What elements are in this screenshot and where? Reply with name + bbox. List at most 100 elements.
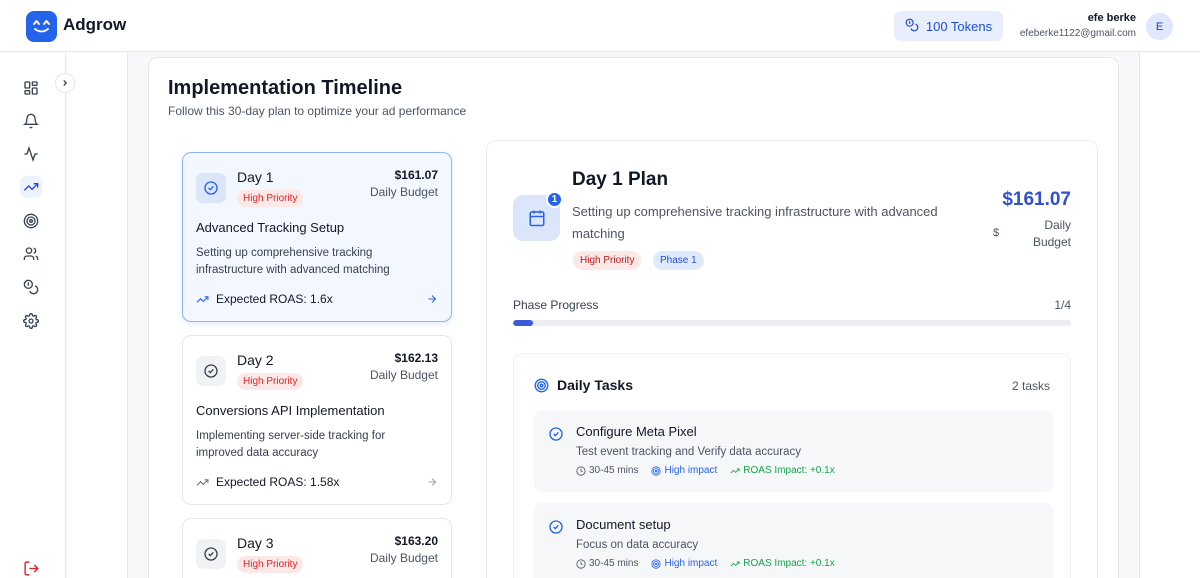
tasks-count: 2 tasks <box>1011 379 1050 393</box>
phase-progress-bar <box>513 320 1071 326</box>
coins-icon <box>23 279 39 295</box>
task-impact: High impact <box>651 465 717 476</box>
check-circle-icon[interactable] <box>548 426 564 447</box>
day-label: Day 2 <box>237 352 274 368</box>
adgrow-logo[interactable] <box>26 11 57 42</box>
arrow-right-icon[interactable] <box>426 475 438 493</box>
task-time: 30-45 mins <box>576 558 638 569</box>
target-icon <box>23 213 39 229</box>
task-impact-label: High impact <box>664 558 718 569</box>
sidebar <box>0 53 66 578</box>
task-impact: High impact <box>651 558 717 569</box>
priority-badge: High Priority <box>237 190 304 207</box>
activity-icon <box>24 146 38 162</box>
expected-roas-label: Expected ROAS: 1.6x <box>216 292 333 306</box>
day-amount: $163.20 <box>394 534 438 548</box>
content-gutter-left <box>67 53 128 578</box>
sidebar-item-notifications[interactable] <box>20 110 42 132</box>
trending-up-icon <box>23 183 39 191</box>
coins-icon <box>905 18 919 35</box>
task-time-label: 30-45 mins <box>589 558 639 569</box>
bell-icon <box>23 113 39 129</box>
check-circle-icon[interactable] <box>548 519 564 540</box>
phase-badge: Phase 1 <box>653 251 704 270</box>
sidebar-item-users[interactable] <box>20 243 42 265</box>
sidebar-item-tokens[interactable] <box>20 276 42 298</box>
day-description: Implementing server-side tracking for im… <box>196 430 386 459</box>
expected-roas: Expected ROAS: 1.58x <box>196 475 339 489</box>
expected-roas-label: Expected ROAS: 1.58x <box>216 475 340 489</box>
trending-up-icon <box>196 478 209 486</box>
day-budget-label: Daily Budget <box>369 551 438 565</box>
dollar-icon: $ <box>993 227 1000 239</box>
day-card-2[interactable]: Day 2 High Priority $162.13 Daily Budget… <box>182 335 452 505</box>
task-meta: 30-45 mins High impact ROAS Impact: +0.1… <box>576 465 835 476</box>
day-number-badge: 1 <box>546 191 563 208</box>
day-label: Day 1 <box>237 169 274 185</box>
sidebar-item-dashboard[interactable] <box>20 77 42 99</box>
trending-up-icon <box>730 468 740 473</box>
task-meta: 30-45 mins High impact ROAS Impact: +0.1… <box>576 558 835 569</box>
daily-tasks-title: Daily Tasks <box>557 377 634 393</box>
check-circle-icon <box>196 356 226 386</box>
logout-button[interactable] <box>23 560 40 578</box>
logout-icon <box>24 561 39 576</box>
day-card-3[interactable]: Day 3 High Priority $163.20 Daily Budget <box>182 518 452 578</box>
day-title: Advanced Tracking Setup <box>196 220 345 235</box>
top-bar: Adgrow 100 Tokens efe berke efeberke1122… <box>0 0 1200 52</box>
content-gutter-right <box>1139 53 1200 578</box>
day-card-1[interactable]: Day 1 High Priority $161.07 Daily Budget… <box>182 152 452 322</box>
day-label: Day 3 <box>237 535 274 551</box>
day-amount: $161.07 <box>394 168 438 182</box>
clock-icon <box>576 465 586 476</box>
daily-tasks-header: Daily Tasks <box>534 377 633 393</box>
sidebar-item-targets[interactable] <box>20 210 42 232</box>
user-email: efeberke1122@gmail.com <box>1019 28 1136 39</box>
expected-roas: Expected ROAS: 1.6x <box>196 292 333 306</box>
task-description: Test event tracking and Verify data accu… <box>576 446 802 458</box>
day-budget-label: Daily Budget <box>369 368 438 382</box>
task-roas-label: ROAS Impact: +0.1x <box>743 465 835 476</box>
day-amount: $162.13 <box>394 351 438 365</box>
clock-icon <box>576 558 586 569</box>
sidebar-item-settings[interactable] <box>20 310 42 332</box>
task-roas: ROAS Impact: +0.1x <box>730 558 835 569</box>
priority-badge: High Priority <box>573 251 642 270</box>
arrow-right-icon[interactable] <box>426 292 438 310</box>
task-title: Document setup <box>576 517 671 532</box>
target-icon <box>651 465 662 476</box>
sidebar-item-activity[interactable] <box>20 143 42 165</box>
task-description: Focus on data accuracy <box>576 539 699 551</box>
day-description: Setting up comprehensive tracking infras… <box>196 247 390 276</box>
task-roas-label: ROAS Impact: +0.1x <box>743 558 835 569</box>
task-time-label: 30-45 mins <box>589 465 639 476</box>
task-title: Configure Meta Pixel <box>576 424 697 439</box>
plan-amount: $161.07 <box>1002 189 1071 210</box>
task-item[interactable]: Configure Meta Pixel Test event tracking… <box>534 410 1053 492</box>
check-circle-icon <box>196 173 226 203</box>
task-item[interactable]: Document setup Focus on data accuracy 30… <box>534 503 1053 578</box>
users-icon <box>23 247 39 260</box>
page-title: Implementation Timeline <box>168 77 403 99</box>
tokens-button[interactable]: 100 Tokens <box>894 11 1003 41</box>
target-icon <box>534 378 549 392</box>
target-icon <box>651 558 662 569</box>
priority-badge: High Priority <box>237 556 304 573</box>
trending-up-icon <box>196 295 209 303</box>
settings-icon <box>23 313 39 329</box>
sidebar-collapse-button[interactable] <box>55 73 75 93</box>
check-circle-icon <box>196 539 226 569</box>
plan-description: Setting up comprehensive tracking infras… <box>572 204 938 241</box>
page-subtitle: Follow this 30-day plan to optimize your… <box>168 104 467 118</box>
task-time: 30-45 mins <box>576 465 638 476</box>
plan-title: Day 1 Plan <box>572 169 669 190</box>
trending-up-icon <box>730 561 740 566</box>
chevron-right-icon <box>63 80 68 86</box>
user-name: efe berke <box>1087 12 1136 24</box>
task-impact-label: High impact <box>664 465 718 476</box>
sidebar-item-trends[interactable] <box>20 176 42 198</box>
avatar[interactable]: E <box>1146 13 1173 40</box>
day-title: Conversions API Implementation <box>196 403 385 418</box>
phase-progress-fill <box>513 320 533 326</box>
priority-badge: High Priority <box>237 373 304 390</box>
